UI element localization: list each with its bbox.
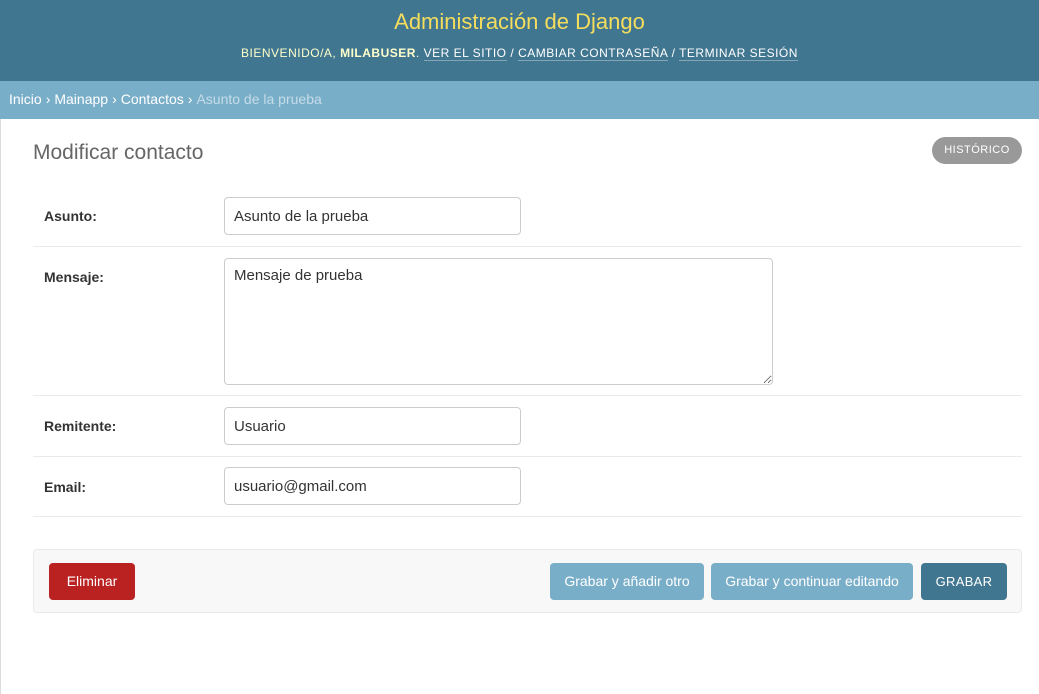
asunto-label: Asunto: xyxy=(44,208,97,224)
delete-button[interactable]: Eliminar xyxy=(49,563,135,600)
breadcrumb: Inicio › Mainapp › Contactos › Asunto de la pr… xyxy=(0,81,1039,119)
submit-row: Eliminar Grabar y añadir otro Grabar y c… xyxy=(33,549,1022,613)
breadcrumb-separator: › xyxy=(187,91,193,107)
remitente-label: Remitente: xyxy=(44,418,117,434)
save-continue-button[interactable]: Grabar y continuar editando xyxy=(711,563,913,600)
breadcrumb-app[interactable]: Mainapp xyxy=(54,91,108,107)
email-input[interactable] xyxy=(224,467,521,505)
save-add-another-button[interactable]: Grabar y añadir otro xyxy=(550,563,704,600)
remitente-input[interactable] xyxy=(224,407,521,445)
welcome-text: Bienvenido/a, xyxy=(241,46,337,60)
user-tools-separator: / xyxy=(671,46,676,60)
form-row-asunto: Asunto: xyxy=(33,186,1022,247)
change-password-link[interactable]: Cambiar contraseña xyxy=(518,46,668,61)
view-site-link[interactable]: Ver el sitio xyxy=(423,46,507,61)
mensaje-label: Mensaje: xyxy=(44,269,104,285)
form-row-email: Email: xyxy=(33,457,1022,517)
form-row-mensaje: Mensaje: Mensaje de prueba xyxy=(33,247,1022,396)
header: Administración de Django Bienvenido/a, m… xyxy=(0,0,1039,81)
username: milabuser xyxy=(340,46,416,60)
form-row-remitente: Remitente: xyxy=(33,396,1022,457)
save-button[interactable]: Grabar xyxy=(921,563,1007,600)
history-button[interactable]: Histórico xyxy=(932,137,1022,164)
breadcrumb-home[interactable]: Inicio xyxy=(9,91,42,107)
breadcrumb-current: Asunto de la prueba xyxy=(196,91,322,107)
site-name[interactable]: Administración de Django xyxy=(0,9,1039,35)
email-label: Email: xyxy=(44,479,87,495)
page-title: Modificar contacto xyxy=(33,141,204,164)
content-border xyxy=(0,119,1,694)
breadcrumb-separator: › xyxy=(112,91,117,107)
logout-link[interactable]: Terminar sesión xyxy=(679,46,798,61)
user-tools-separator: / xyxy=(510,46,515,60)
asunto-input[interactable] xyxy=(224,197,521,235)
mensaje-textarea[interactable]: Mensaje de prueba xyxy=(224,258,773,385)
user-tools: Bienvenido/a, milabuser. Ver el sitio / … xyxy=(241,46,798,61)
breadcrumb-model[interactable]: Contactos xyxy=(121,91,184,107)
breadcrumb-separator: › xyxy=(45,91,51,107)
